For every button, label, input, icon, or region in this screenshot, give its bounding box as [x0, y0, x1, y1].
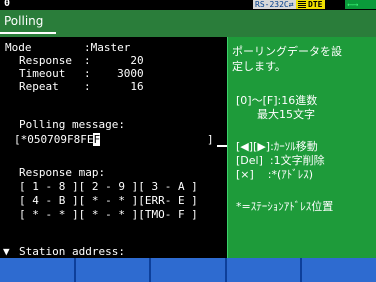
channel-number: 0: [4, 0, 11, 9]
help-line: [×] :*(ｱﾄﾞﾚｽ): [236, 168, 314, 181]
response-map-row[interactable]: [ * - * ][ * - * ][TMO- F ]: [19, 208, 198, 221]
dte-label: DTE: [308, 0, 323, 9]
title-bar: Polling: [0, 10, 376, 37]
response-map-label: Response map:: [19, 166, 106, 179]
function-key-2[interactable]: [75, 258, 152, 282]
dte-indicator: DTE: [296, 0, 326, 9]
timeout-value[interactable]: : 3000: [84, 67, 144, 80]
help-pointer: [217, 145, 227, 147]
polling-message-value: [*050709F8FE: [14, 133, 94, 146]
station-address-label: Station address:: [19, 245, 125, 258]
timeout-label: Timeout: [19, 67, 66, 80]
polling-message-end-bracket: ]: [207, 133, 214, 146]
polling-message-label: Polling message:: [19, 118, 125, 131]
help-line: 最大15文字: [236, 108, 315, 121]
function-key-bar: [0, 258, 376, 282]
title-underline: [0, 32, 56, 34]
function-key-4[interactable]: [226, 258, 303, 282]
mode-value[interactable]: :Master: [84, 41, 130, 54]
function-key-1[interactable]: [0, 258, 76, 282]
function-key-5[interactable]: [302, 258, 376, 282]
status-line: ▼ Station address:: [0, 245, 227, 258]
response-label: Response: [19, 54, 72, 67]
help-panel: ポーリングデータを設 定します。 [0]～[F]:16進数 最大15文字 [◀]…: [227, 37, 376, 258]
response-map-row[interactable]: [ 1 - 8 ][ 2 - 9 ][ 3 - A ]: [19, 180, 198, 193]
top-status-bar: 0 RS-232C⇄ DTE ⟵⟶: [0, 0, 376, 10]
signal-bars-icon: [298, 1, 306, 8]
help-line: [0]～[F]:16進数: [236, 94, 318, 107]
help-line: ポーリングデータを設: [232, 45, 342, 58]
mode-label: Mode: [5, 41, 32, 54]
text-cursor: F: [93, 133, 101, 146]
port-indicator: RS-232C⇄: [253, 0, 297, 9]
repeat-label: Repeat: [19, 80, 59, 93]
connection-indicator: ⟵⟶: [345, 0, 376, 9]
response-map-row[interactable]: [ 4 - B ][ * - * ][ERR- E ]: [19, 194, 198, 207]
scroll-down-icon: ▼: [3, 245, 10, 258]
port-label: RS-232C: [255, 0, 289, 9]
help-line: 定します。: [232, 60, 286, 73]
polling-message-field[interactable]: [*050709F8FEF: [14, 133, 101, 146]
page-title: Polling: [4, 14, 44, 28]
help-line: [◀][▶]:ｶｰｿﾙ移動: [236, 140, 318, 153]
help-line: *=ｽﾃｰｼｮﾝｱﾄﾞﾚｽ位置: [236, 200, 334, 213]
port-arrow-icon: ⇄: [288, 0, 294, 9]
response-value[interactable]: : 20: [84, 54, 144, 67]
connection-icon: ⟵⟶: [348, 0, 358, 9]
help-line: [Del] :1文字削除: [236, 154, 325, 167]
repeat-value[interactable]: : 16: [84, 80, 144, 93]
function-key-3[interactable]: [151, 258, 227, 282]
